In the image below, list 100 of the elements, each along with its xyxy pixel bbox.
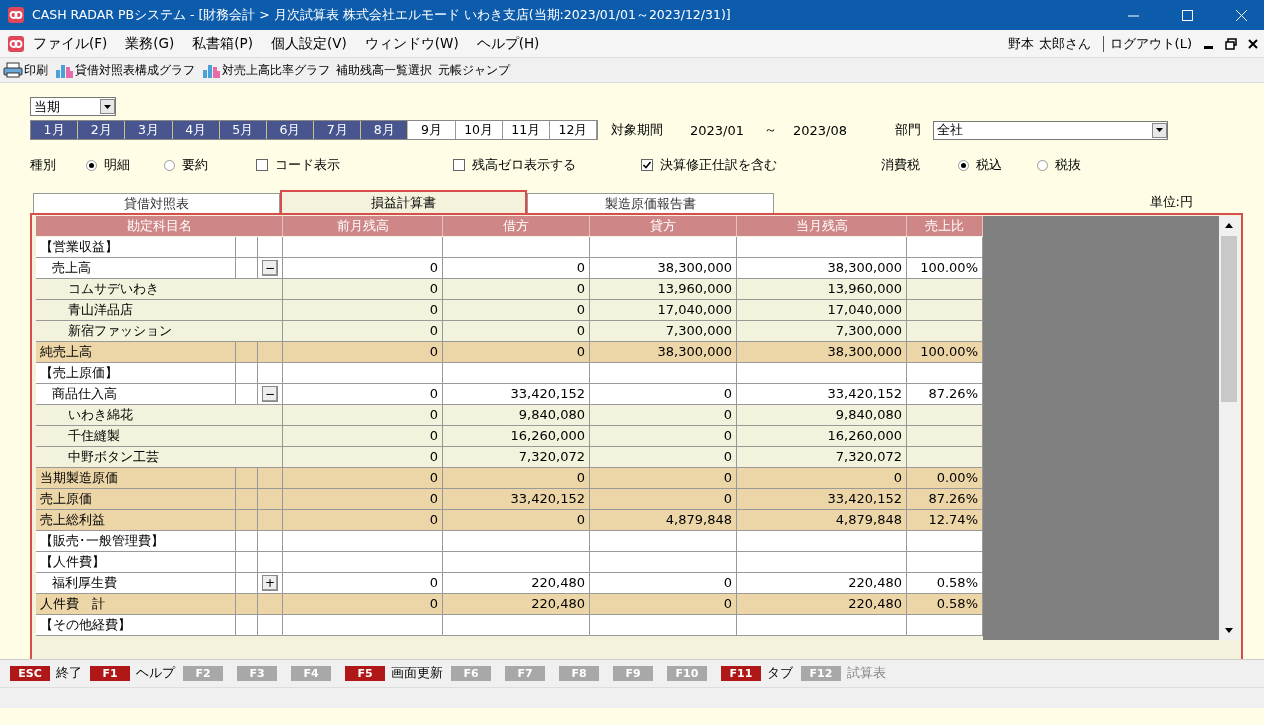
month-button[interactable]: 2月: [78, 121, 126, 139]
logout-link[interactable]: ログアウト(L): [1109, 34, 1198, 53]
restore-icon[interactable]: [1225, 37, 1237, 50]
table-cell: 38,300,000: [737, 342, 907, 363]
collapse-button[interactable]: +: [262, 575, 278, 591]
function-key-label: 画面更新: [391, 665, 443, 682]
tab[interactable]: 貸借対照表: [33, 193, 280, 213]
menu-item[interactable]: 個人設定(V): [262, 34, 356, 53]
account-name-cell: 【販売･一般管理費】: [36, 531, 236, 552]
table-cell: 0: [283, 447, 443, 468]
month-button[interactable]: 7月: [314, 121, 362, 139]
function-key[interactable]: F11: [721, 666, 761, 681]
checkbox-label: 残高ゼロ表示する: [472, 156, 576, 174]
month-button[interactable]: 8月: [361, 121, 409, 139]
menu-item[interactable]: ウィンドウ(W): [355, 34, 468, 53]
table-cell: 38,300,000: [590, 258, 737, 279]
tab[interactable]: 製造原価報告書: [527, 193, 774, 213]
caret-icon[interactable]: [1156, 128, 1164, 132]
month-button[interactable]: 9月: [408, 121, 456, 139]
table-cell: 16,260,000: [443, 426, 590, 447]
menu-item[interactable]: ファイル(F): [24, 34, 117, 53]
month-button[interactable]: 11月: [502, 121, 550, 139]
menu-item[interactable]: 私書箱(P): [183, 34, 262, 53]
checkbox[interactable]: [641, 159, 653, 171]
table-cell: 220,480: [443, 573, 590, 594]
table-cell: 33,420,152: [737, 489, 907, 510]
table-cell: 0: [443, 321, 590, 342]
table-cell: 0: [283, 300, 443, 321]
app-menu-icon: [8, 35, 24, 52]
table-cell: 9,840,080: [443, 405, 590, 426]
table-cell: 0.58%: [907, 594, 983, 615]
account-name-cell: 人件費 計: [36, 594, 236, 615]
period-from: 2023/01: [690, 122, 744, 138]
table-cell: 0: [283, 258, 443, 279]
table-cell: 0: [283, 510, 443, 531]
table-cell: 0: [590, 468, 737, 489]
menu-item[interactable]: 業務(G): [116, 34, 184, 53]
tab[interactable]: 損益計算書: [280, 190, 527, 213]
close-icon[interactable]: [1247, 37, 1259, 50]
collapse-button[interactable]: −: [262, 260, 278, 276]
table-cell: 220,480: [737, 594, 907, 615]
printer-icon: [3, 62, 23, 78]
month-button[interactable]: 1月: [31, 121, 79, 139]
radio-button[interactable]: [86, 159, 97, 171]
radio-button[interactable]: [958, 159, 969, 171]
table-cell: [236, 468, 258, 489]
toolbar-button[interactable]: 対売上高比率グラフ: [222, 61, 330, 79]
radio-button[interactable]: [1037, 159, 1048, 171]
month-button[interactable]: 12月: [549, 121, 598, 139]
table-cell: [236, 615, 258, 636]
function-key-label: ヘルプ: [136, 665, 175, 682]
checkbox[interactable]: [256, 159, 268, 171]
table-cell: 33,420,152: [443, 384, 590, 405]
app-logo-icon: [8, 7, 24, 23]
table-cell: [258, 615, 283, 636]
table-cell: 0: [590, 384, 737, 405]
radio-button[interactable]: [164, 159, 175, 171]
function-key-label: 試算表: [847, 665, 886, 682]
month-button[interactable]: 3月: [125, 121, 173, 139]
account-name-cell: 純売上高: [36, 342, 236, 363]
month-button[interactable]: 6月: [266, 121, 315, 139]
month-button[interactable]: 4月: [172, 121, 220, 139]
toolbar-button[interactable]: 補助残高一覧選択: [336, 61, 432, 79]
table-cell: 100.00%: [907, 342, 983, 363]
month-button[interactable]: 10月: [455, 121, 503, 139]
table-cell: 13,960,000: [737, 279, 907, 300]
toolbar-button[interactable]: 元帳ジャンプ: [438, 61, 510, 79]
table-cell: 0: [443, 510, 590, 531]
radio-label: 税抜: [1055, 156, 1081, 174]
table-cell: 0: [443, 468, 590, 489]
table-cell: [258, 468, 283, 489]
bar-chart-icon: [201, 62, 221, 78]
function-key[interactable]: ESC: [10, 666, 50, 681]
collapse-button[interactable]: −: [262, 386, 278, 402]
table-cell: 87.26%: [907, 489, 983, 510]
checkbox[interactable]: [453, 159, 465, 171]
account-name-cell: 福利厚生費: [36, 573, 236, 594]
menu-item[interactable]: ヘルプ(H): [467, 34, 549, 53]
account-name-cell: 【人件費】: [36, 552, 236, 573]
column-header: 勘定科目名: [36, 216, 283, 236]
table-cell: 9,840,080: [737, 405, 907, 426]
maximize-icon[interactable]: [1181, 9, 1193, 21]
table-cell: 0: [590, 594, 737, 615]
toolbar-button[interactable]: 印刷: [24, 61, 48, 79]
checkbox-label: コード表示: [275, 156, 340, 174]
account-name-cell: 商品仕入高: [36, 384, 236, 405]
account-name-cell: 千住縫製: [36, 426, 283, 447]
table-cell: 0: [443, 342, 590, 363]
function-key[interactable]: F5: [345, 666, 385, 681]
user-name: 野本 太郎さん: [1008, 34, 1092, 53]
caret-icon[interactable]: [104, 104, 111, 109]
toolbar-button[interactable]: 貸借対照表構成グラフ: [75, 61, 195, 79]
department-dropdown[interactable]: 全社: [933, 120, 1169, 140]
radio-label: 税込: [976, 156, 1002, 174]
window-title: CASH RADAR PBシステム - [財務会計 > 月次試算表 株式会社エルモード いわき支店(当期:2023/01/01～2023/12/31)]: [32, 6, 732, 24]
table-cell: [236, 489, 258, 510]
function-key[interactable]: F1: [90, 666, 130, 681]
month-button[interactable]: 5月: [219, 121, 267, 139]
period-dropdown[interactable]: 当期: [30, 97, 116, 116]
table-cell: 0: [283, 279, 443, 300]
